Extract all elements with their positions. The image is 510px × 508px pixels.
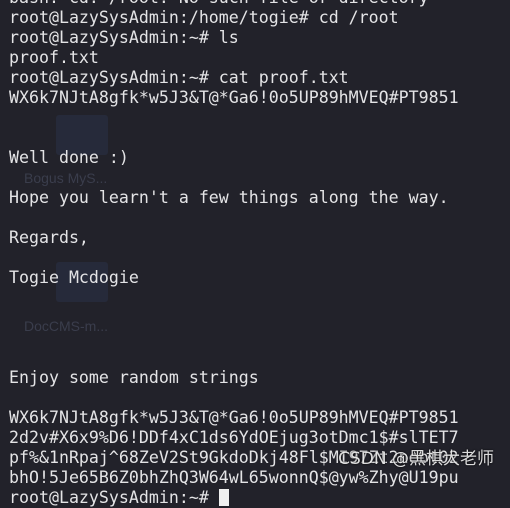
watermark: CSDN @黑棋大老师 bbox=[338, 449, 494, 469]
terminal-line: WX6k7NJtA8gfk*w5J3&T@*Ga6!0o5UP89hMVEQ#P… bbox=[9, 88, 459, 107]
terminal-line: Togie Mcdogie bbox=[9, 268, 139, 287]
terminal-output[interactable]: bash: cd: /root: No such file or directo… bbox=[9, 0, 459, 508]
terminal-line: Hope you learn't a few things along the … bbox=[9, 188, 449, 207]
cursor bbox=[218, 489, 229, 506]
terminal-line: Regards, bbox=[9, 228, 89, 247]
terminal-line: Enjoy some random strings bbox=[9, 368, 259, 387]
terminal-line: proof.txt bbox=[9, 48, 99, 67]
terminal-prompt-line[interactable]: root@LazySysAdmin:~# bbox=[9, 488, 459, 508]
terminal-line: root@LazySysAdmin:~# cat proof.txt bbox=[9, 68, 349, 87]
terminal-line: WX6k7NJtA8gfk*w5J3&T@*Ga6!0o5UP89hMVEQ#P… bbox=[9, 408, 459, 427]
terminal-line: root@LazySysAdmin:~# ls bbox=[9, 28, 239, 47]
terminal-line: bhO!5Je65B6Z0bhZhQ3W64wL65wonnQ$@yw%Zhy@… bbox=[9, 468, 459, 487]
terminal-prompt: root@LazySysAdmin:~# bbox=[9, 488, 219, 507]
terminal-line: bash: cd: /root: No such file or directo… bbox=[9, 0, 459, 8]
terminal-line: root@LazySysAdmin:/home/togie# cd /root bbox=[9, 8, 399, 27]
terminal-line: Well done :) bbox=[9, 148, 129, 167]
